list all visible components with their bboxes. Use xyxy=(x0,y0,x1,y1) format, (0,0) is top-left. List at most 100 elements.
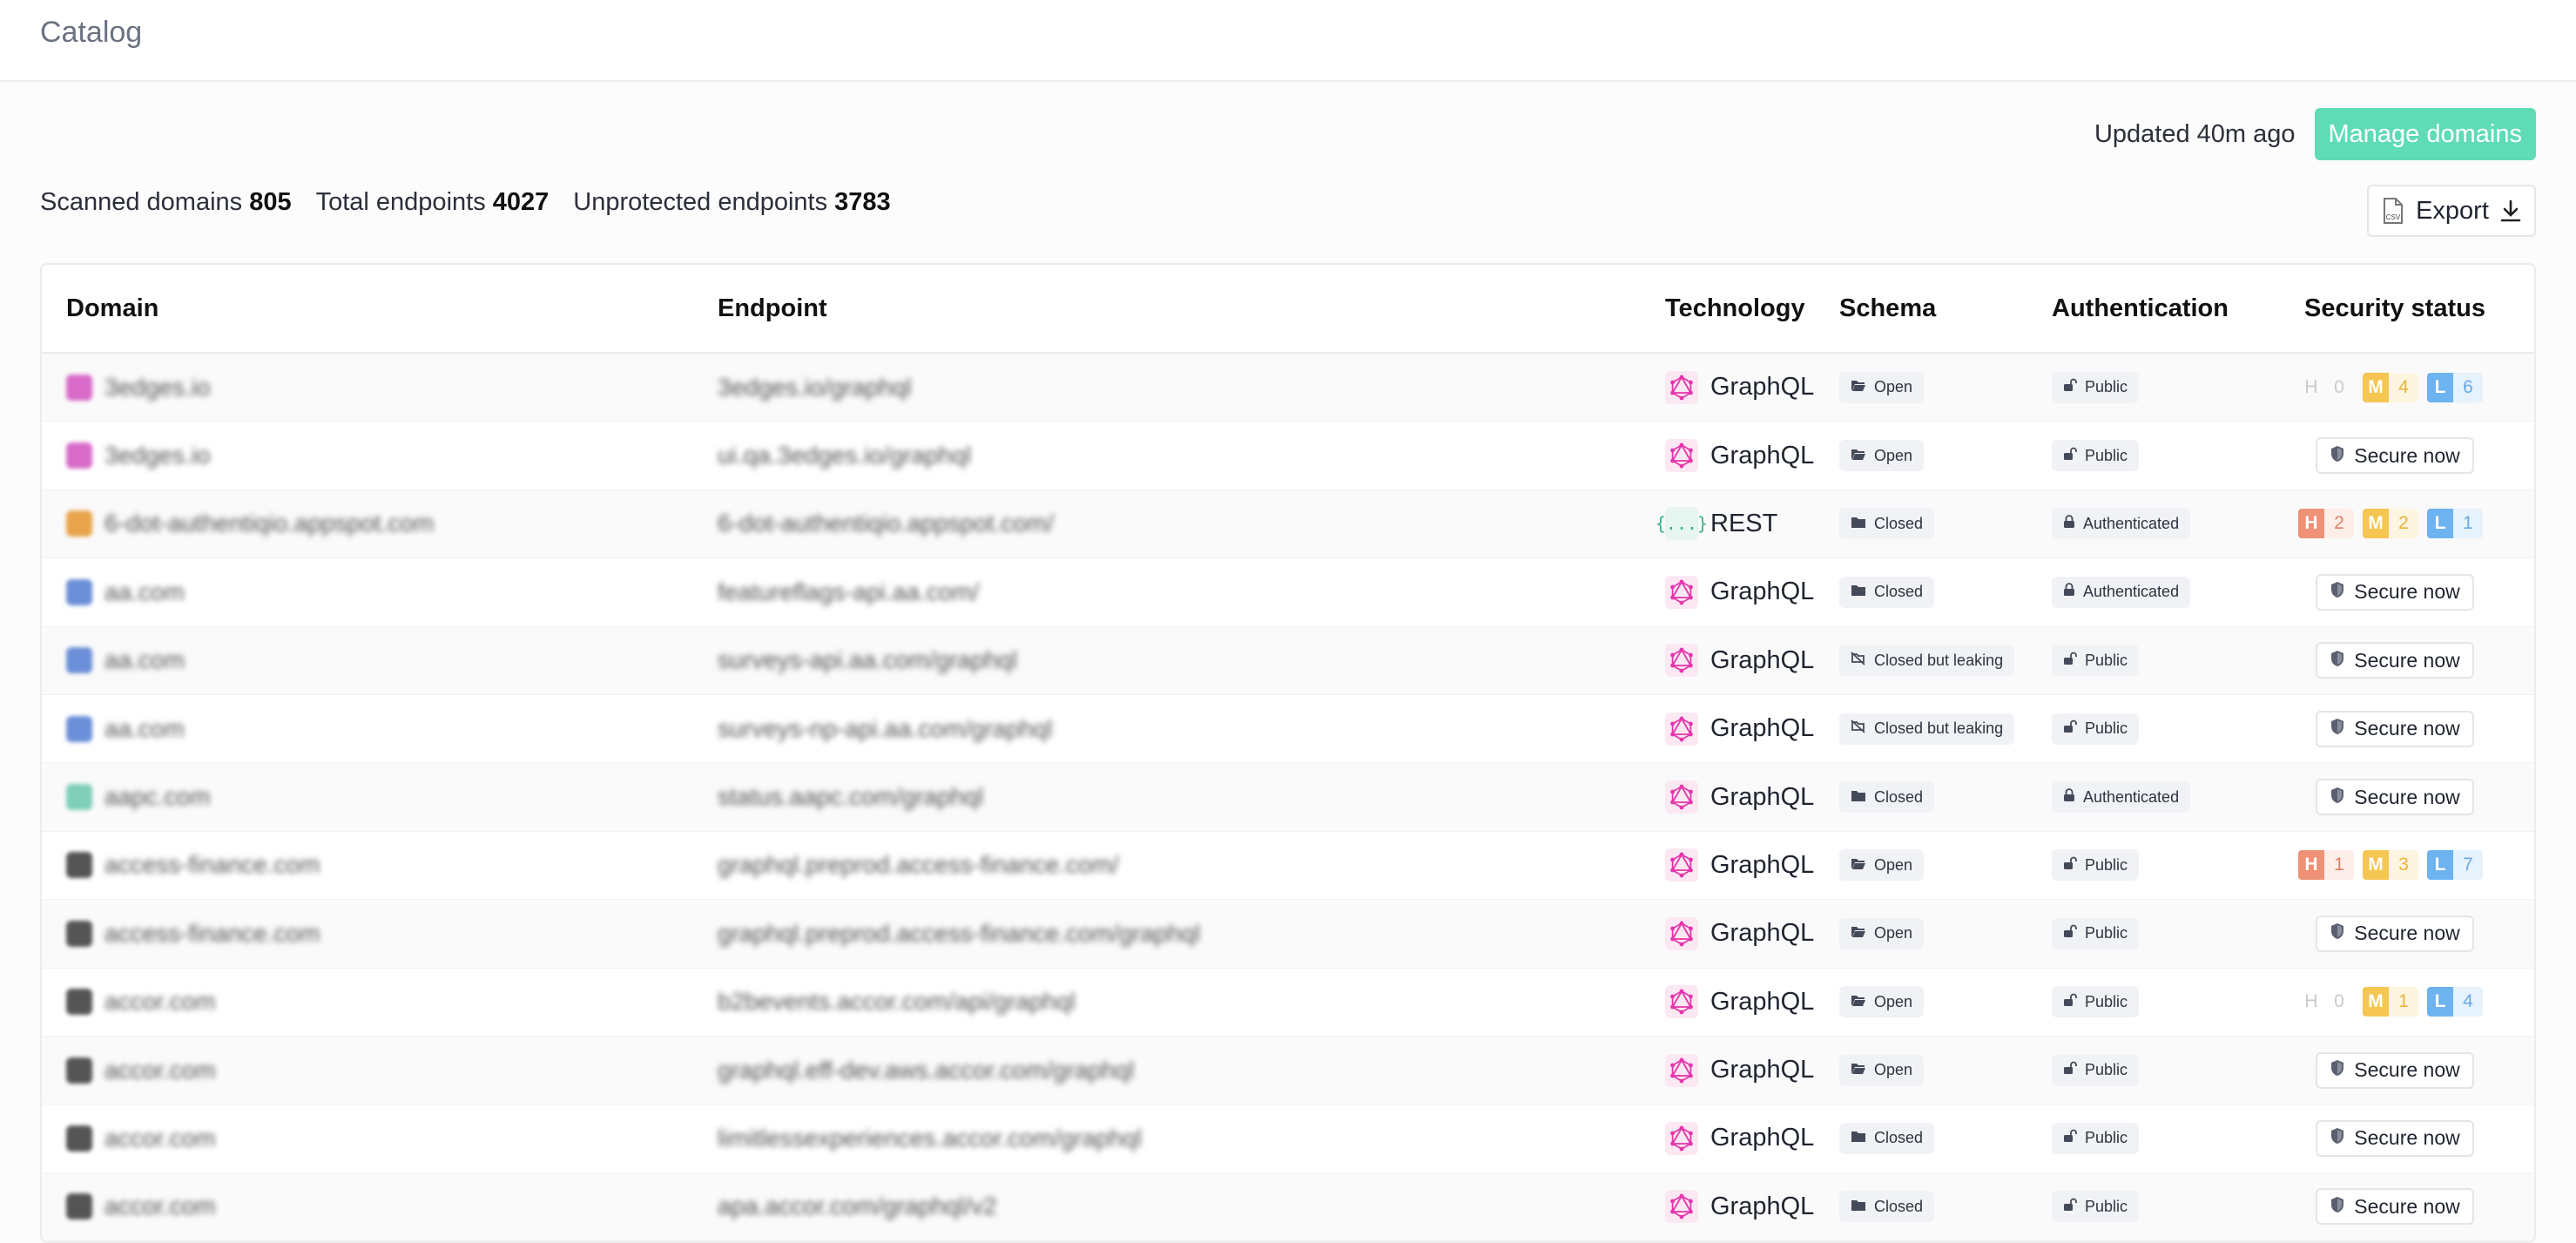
endpoint-cell: featureflags-api.aa.com/ xyxy=(718,578,1665,606)
domain-name: accor.com xyxy=(105,1056,216,1084)
severity-counts[interactable]: H0M4L6 xyxy=(2298,372,2492,402)
svg-text:CSV: CSV xyxy=(2386,213,2401,221)
domain-favicon-icon xyxy=(66,647,92,674)
endpoint-url: b2bevents.accor.com/api/graphql xyxy=(718,988,1076,1016)
table-row[interactable]: 6-dot-authentiqio.appspot.com 6-dot-authe… xyxy=(42,490,2534,559)
table-row[interactable]: aa.com surveys-api.aa.com/graphql GraphQL C… xyxy=(42,626,2534,695)
schema-cell: Closed xyxy=(1839,781,2052,814)
table-row[interactable]: accor.com limitlessexperiences.accor.com/… xyxy=(42,1105,2534,1173)
endpoint-url: status.aapc.com/graphql xyxy=(718,783,984,811)
secure-now-button[interactable]: Secure now xyxy=(2316,573,2474,611)
graphql-logo-icon xyxy=(1665,1053,1698,1087)
schema-cell: Open xyxy=(1839,371,2052,403)
endpoint-url: 6-dot-authentiqio.appspot.com/ xyxy=(718,510,1055,537)
schema-badge: Open xyxy=(1839,917,1925,949)
table-row[interactable]: aapc.com status.aapc.com/graphql GraphQL Cl… xyxy=(42,763,2534,832)
col-domain[interactable]: Domain xyxy=(42,294,718,323)
endpoint-url: graphql.preprod.access-finance.com/ xyxy=(718,851,1119,879)
security-cell: Secure now xyxy=(2256,1188,2534,1226)
lock-icon xyxy=(2063,515,2075,533)
table-row[interactable]: 3edges.io ui.qa.3edges.io/graphql GraphQL O… xyxy=(42,422,2534,490)
table-row[interactable]: access-finance.com graphql.preprod.access… xyxy=(42,832,2534,901)
secure-now-button[interactable]: Secure now xyxy=(2316,1051,2474,1089)
table-row[interactable]: 3edges.io 3edges.io/graphql GraphQL Open Pub… xyxy=(42,354,2534,422)
table-row[interactable]: aa.com surveys-np-api.aa.com/graphql Graph… xyxy=(42,695,2534,764)
schema-cell: Open xyxy=(1839,440,2052,472)
schema-badge: Open xyxy=(1839,849,1925,882)
severity-count: 0 xyxy=(2334,991,2344,1012)
security-cell: Secure now xyxy=(2256,573,2534,611)
col-endpoint[interactable]: Endpoint xyxy=(718,294,1665,323)
domain-cell: aapc.com xyxy=(42,783,718,811)
technology-cell: GraphQL xyxy=(1665,644,1839,678)
folder-open-icon xyxy=(1851,993,1866,1011)
table-row[interactable]: accor.com b2bevents.accor.com/api/graphql… xyxy=(42,969,2534,1037)
folder-icon xyxy=(1851,1198,1866,1216)
domain-cell: 3edges.io xyxy=(42,442,718,470)
severity-h: H1 xyxy=(2298,850,2363,881)
severity-count: 4 xyxy=(2389,372,2418,402)
col-schema[interactable]: Schema xyxy=(1839,294,2052,323)
table-row[interactable]: accor.com graphql.eff-dev.aws.accor.com/g… xyxy=(42,1036,2534,1105)
domain-name: accor.com xyxy=(105,988,216,1016)
endpoint-cell: 3edges.io/graphql xyxy=(718,374,1665,402)
graphql-logo-icon xyxy=(1665,848,1698,882)
secure-now-label: Secure now xyxy=(2354,1058,2460,1082)
table-row[interactable]: access-finance.com graphql.preprod.access… xyxy=(42,900,2534,969)
severity-m: M1 xyxy=(2363,987,2427,1017)
secure-now-button[interactable]: Secure now xyxy=(2316,437,2474,475)
folder-open-icon xyxy=(1851,447,1866,465)
secure-now-button[interactable]: Secure now xyxy=(2316,1188,2474,1226)
col-authentication[interactable]: Authentication xyxy=(2052,294,2256,323)
schema-cell: Closed xyxy=(1839,576,2052,608)
auth-badge: Public xyxy=(2052,986,2140,1018)
schema-cell: Closed xyxy=(1839,1191,2052,1223)
severity-count: 7 xyxy=(2453,850,2483,881)
severity-counts[interactable]: H2M2L1 xyxy=(2298,509,2492,539)
domain-cell: 6-dot-authentiqio.appspot.com xyxy=(42,510,718,537)
secure-now-button[interactable]: Secure now xyxy=(2316,710,2474,747)
col-technology[interactable]: Technology xyxy=(1665,294,1839,323)
manage-domains-button[interactable]: Manage domains xyxy=(2314,108,2536,160)
domain-favicon-icon xyxy=(66,1193,92,1220)
table-row[interactable]: accor.com apa.accor.com/graphql/v2 GraphQL… xyxy=(42,1172,2534,1242)
endpoint-cell: apa.accor.com/graphql/v2 xyxy=(718,1192,1665,1220)
secure-now-button[interactable]: Secure now xyxy=(2316,779,2474,816)
schema-cell: Open xyxy=(1839,986,2052,1018)
technology-cell: GraphQL xyxy=(1665,370,1839,404)
domain-cell: accor.com xyxy=(42,988,718,1016)
endpoint-url: ui.qa.3edges.io/graphql xyxy=(718,442,972,470)
col-security-status[interactable]: Security status xyxy=(2256,294,2534,323)
table-header: Domain Endpoint Technology Schema Authen… xyxy=(42,265,2534,354)
endpoint-url: limitlessexperiences.accor.com/graphql xyxy=(718,1124,1143,1152)
endpoint-cell: 6-dot-authentiqio.appspot.com/ xyxy=(718,510,1665,537)
secure-now-button[interactable]: Secure now xyxy=(2316,642,2474,679)
schema-badge: Closed xyxy=(1839,781,1935,814)
schema-badge: Open xyxy=(1839,986,1925,1018)
auth-badge: Authenticated xyxy=(2052,576,2191,608)
graphql-logo-icon xyxy=(1665,916,1698,950)
severity-counts[interactable]: H1M3L7 xyxy=(2298,850,2492,881)
schema-badge: Closed but leaking xyxy=(1839,713,2015,745)
shield-icon xyxy=(2330,580,2345,604)
severity-m: M3 xyxy=(2363,850,2427,881)
unlock-icon xyxy=(2063,447,2077,465)
folder-icon xyxy=(1851,1129,1866,1147)
header-actions: Updated 40m ago Manage domains xyxy=(2094,108,2536,160)
domain-cell: accor.com xyxy=(42,1192,718,1220)
domain-name: aa.com xyxy=(105,578,185,605)
table-row[interactable]: aa.com featureflags-api.aa.com/GraphQL Clo… xyxy=(42,558,2534,627)
secure-now-button[interactable]: Secure now xyxy=(2316,1119,2474,1157)
severity-counts[interactable]: H0M1L4 xyxy=(2298,987,2492,1017)
technology-cell: {...} REST xyxy=(1656,507,1839,541)
technology-label: GraphQL xyxy=(1710,919,1815,948)
endpoint-cell: surveys-api.aa.com/graphql xyxy=(718,646,1665,674)
auth-badge: Public xyxy=(2052,917,2140,949)
endpoint-cell: graphql.preprod.access-finance.com/graph… xyxy=(718,920,1665,948)
export-button[interactable]: CSV Export xyxy=(2367,185,2536,237)
secure-now-label: Secure now xyxy=(2354,717,2460,740)
endpoint-cell: graphql.preprod.access-finance.com/ xyxy=(718,851,1665,879)
schema-cell: Open xyxy=(1839,917,2052,949)
folder-icon xyxy=(1851,515,1866,533)
secure-now-button[interactable]: Secure now xyxy=(2316,915,2474,952)
